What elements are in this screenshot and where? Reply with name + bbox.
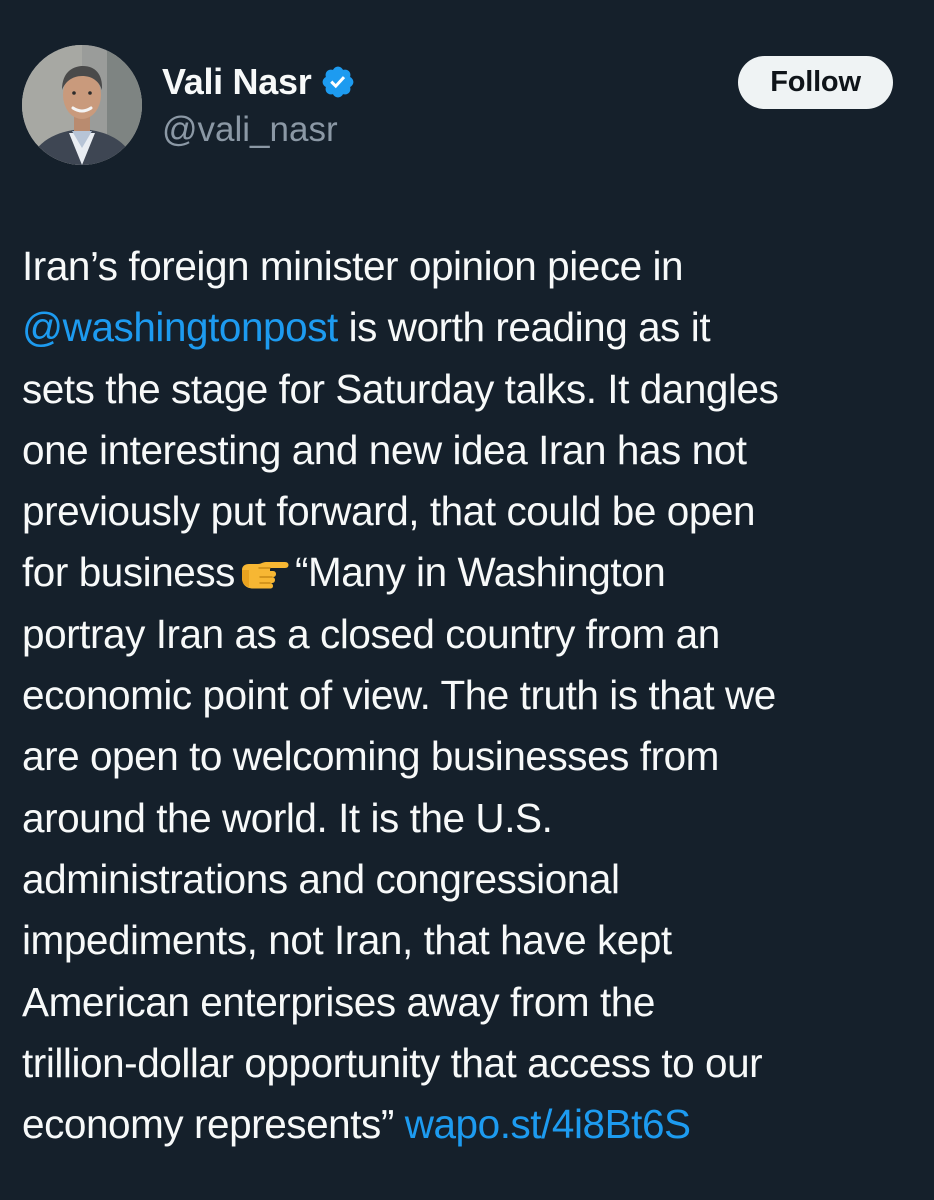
author-name-row[interactable]: Vali Nasr — [162, 60, 356, 104]
follow-button[interactable]: Follow — [738, 56, 893, 109]
tweet-line: economy represents” wapo.st/4i8Bt6S — [22, 1101, 691, 1148]
tweet-card: Vali Nasr @vali_nasr Follow Iran’s forei… — [0, 0, 934, 1200]
tweet-line: portray Iran as a closed country from an — [22, 610, 720, 657]
author-handle[interactable]: @vali_nasr — [162, 110, 338, 150]
tweet-line: are open to welcoming businesses from — [22, 733, 719, 780]
avatar[interactable] — [22, 45, 142, 165]
mention-link-washingtonpost[interactable]: @washingtonpost — [22, 304, 338, 350]
pointing-right-hand-emoji-icon — [239, 545, 289, 589]
tweet-line: one interesting and new idea Iran has no… — [22, 426, 747, 473]
tweet-line: around the world. It is the U.S. — [22, 794, 553, 841]
tweet-line: economic point of view. The truth is tha… — [22, 672, 776, 719]
tweet-line: sets the stage for Saturday talks. It da… — [22, 365, 779, 412]
article-link[interactable]: wapo.st/4i8Bt6S — [405, 1101, 691, 1147]
verified-badge-icon — [320, 64, 356, 100]
tweet-text: Iran’s foreign minister opinion piece in… — [22, 236, 922, 1155]
tweet-line: American enterprises away from the — [22, 978, 655, 1025]
tweet-line: @washingtonpost is worth reading as it — [22, 304, 711, 351]
tweet-line: impediments, not Iran, that have kept — [22, 917, 672, 964]
tweet-line: administrations and congressional — [22, 855, 620, 902]
tweet-line: trillion-dollar opportunity that access … — [22, 1039, 763, 1086]
tweet-line: Iran’s foreign minister opinion piece in — [22, 243, 684, 289]
profile-photo — [22, 45, 142, 165]
tweet-line: for business “Many in Washington — [22, 542, 922, 603]
tweet-line: previously put forward, that could be op… — [22, 488, 756, 535]
author-display-name[interactable]: Vali Nasr — [162, 61, 312, 103]
